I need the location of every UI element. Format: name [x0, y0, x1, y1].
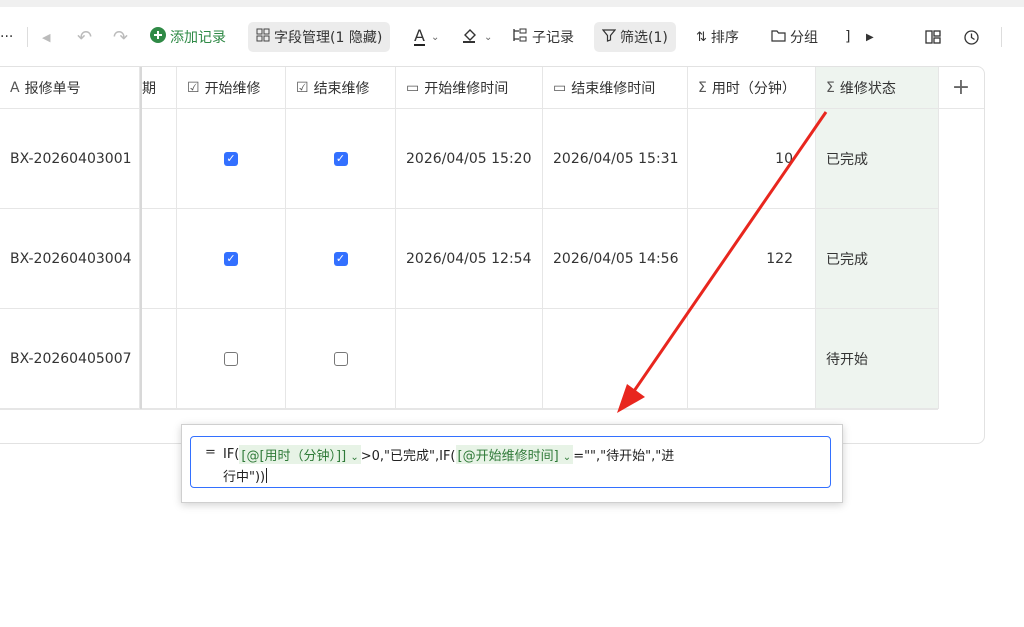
arrow-shaft — [630, 111, 828, 395]
arrow-head — [617, 384, 645, 413]
annotation-arrow — [617, 111, 828, 413]
